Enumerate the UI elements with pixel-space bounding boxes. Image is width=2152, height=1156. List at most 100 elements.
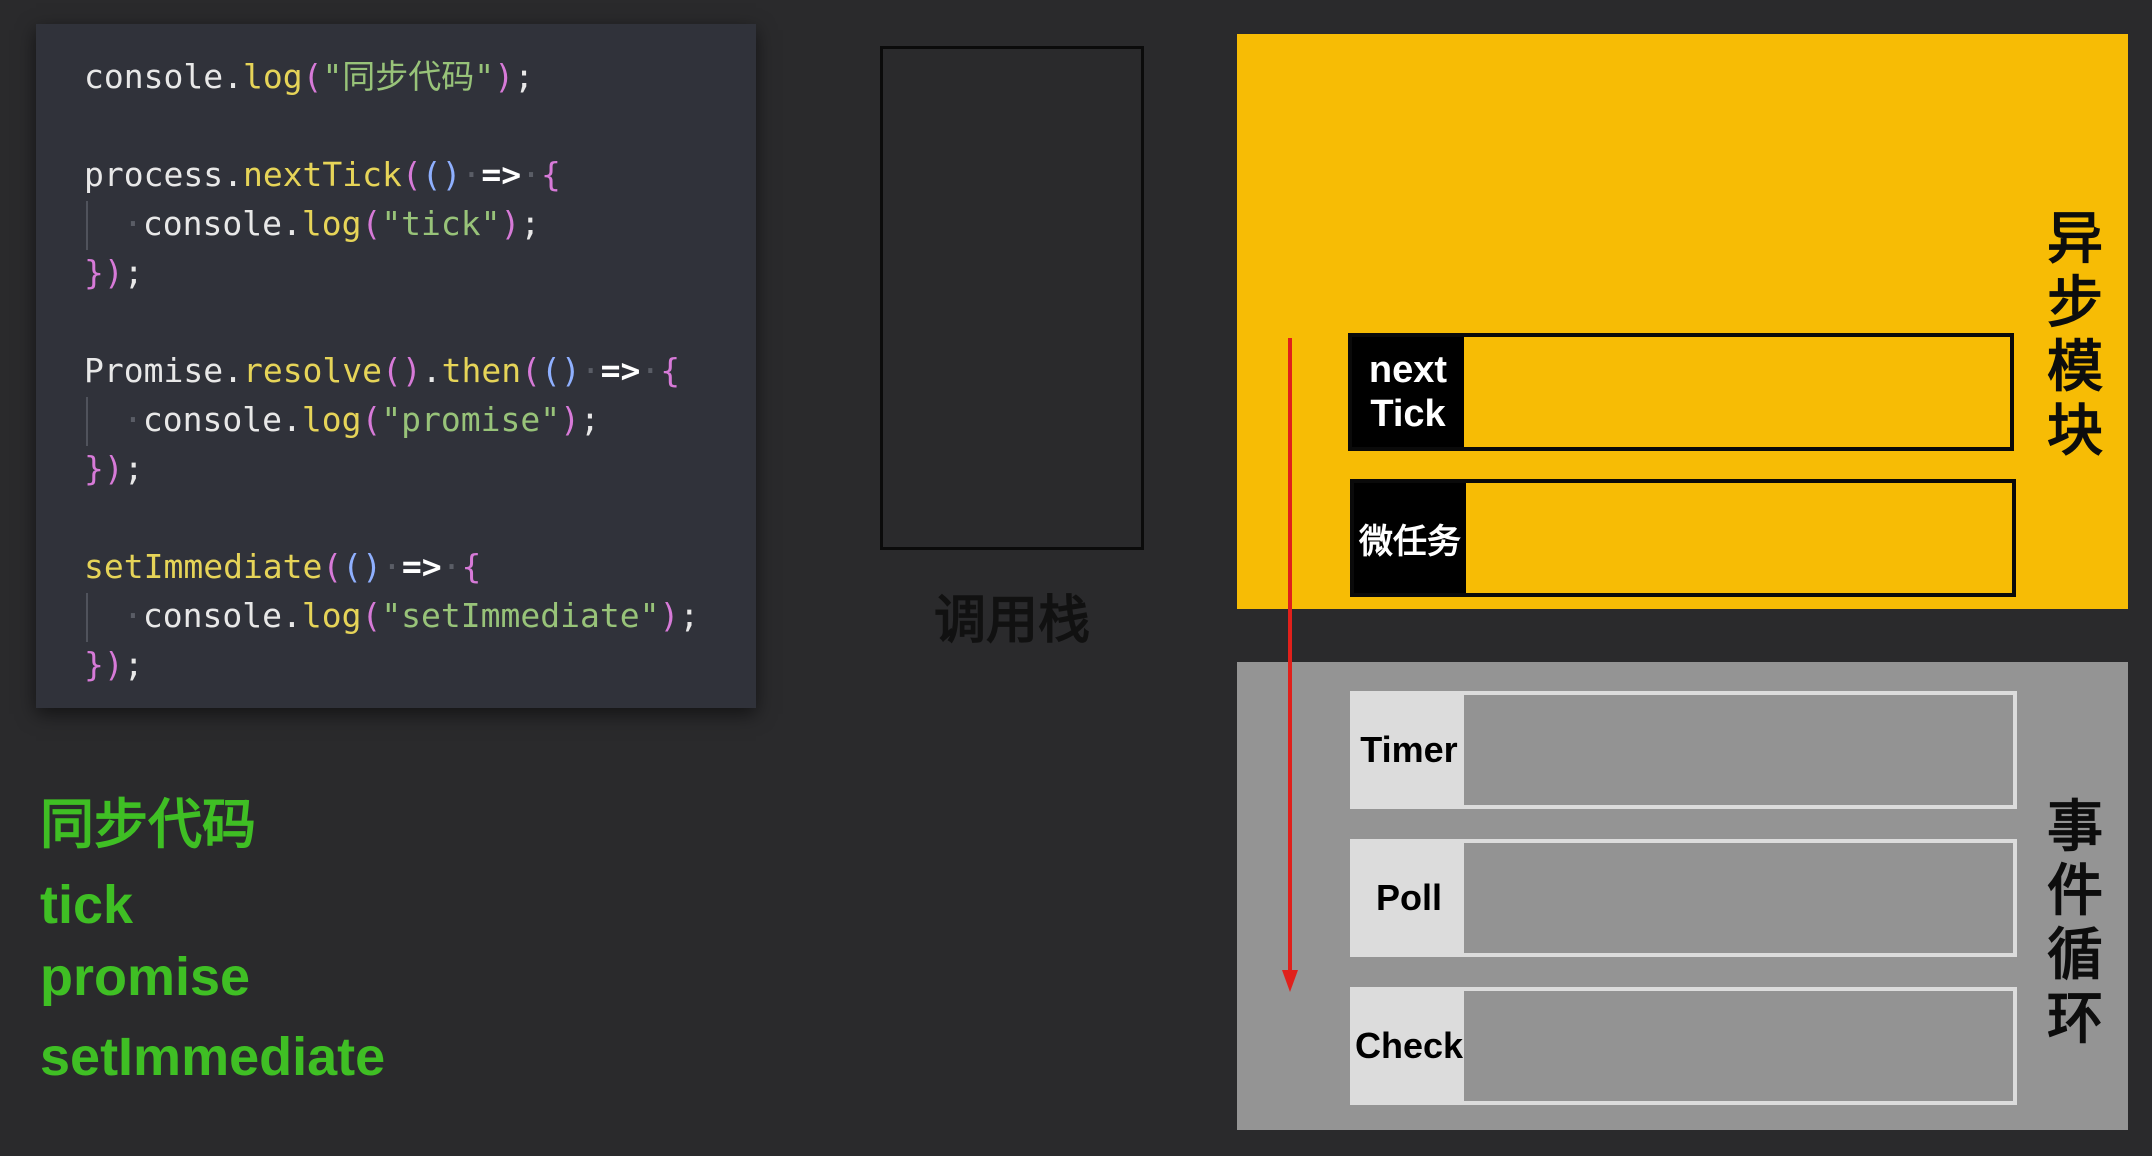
code-token: log xyxy=(242,57,303,96)
phase-timer: Timer xyxy=(1350,691,2017,809)
code-token: ; xyxy=(123,645,144,684)
code-token: ( xyxy=(361,204,382,243)
code-token: ( xyxy=(361,400,382,439)
code-token: setImmediate xyxy=(84,547,323,586)
code-token: · xyxy=(461,155,482,194)
code-line: ·console.log("tick"); xyxy=(84,199,699,250)
code-token: console xyxy=(84,57,224,96)
code-token: . xyxy=(281,596,302,635)
event-loop-label-char: 件 xyxy=(2047,859,2103,924)
code-token: · xyxy=(382,547,402,586)
code-line: Promise.resolve().then(()·=>·{ xyxy=(84,346,699,395)
event-loop-label-char: 事 xyxy=(2047,795,2103,860)
code-token: => xyxy=(401,547,442,586)
code-token: · xyxy=(123,596,143,635)
code-line: console.log("同步代码"); xyxy=(84,52,699,101)
code-token: ; xyxy=(514,57,534,96)
code-token: · xyxy=(441,547,462,586)
code-token: . xyxy=(281,204,302,243)
code-token: . xyxy=(223,351,243,390)
code-token: ) xyxy=(560,400,580,439)
code-token: } xyxy=(84,645,104,684)
code-token: log xyxy=(301,596,362,635)
flow-arrow-head xyxy=(1282,970,1298,992)
code-token: resolve xyxy=(242,351,383,390)
code-line: }); xyxy=(84,248,699,297)
code-token: Promise xyxy=(84,351,224,390)
next-tick-label-line2: Tick xyxy=(1370,393,1446,435)
flow-arrow xyxy=(1282,338,1298,992)
async-module-label-char: 步 xyxy=(2047,271,2103,336)
code-token: ) xyxy=(494,57,515,96)
code-line: ·console.log("setImmediate"); xyxy=(84,591,699,642)
code-token: . xyxy=(223,57,243,96)
async-module: next Tick 微任务 异步模块 xyxy=(1237,34,2128,609)
phase-check: Check xyxy=(1350,987,2017,1105)
code-token: · xyxy=(580,351,601,390)
async-module-label-char: 异 xyxy=(2047,207,2103,272)
code-token: console xyxy=(142,400,282,439)
code-token: · xyxy=(521,155,542,194)
code-line: setImmediate(()·=>·{ xyxy=(84,542,699,591)
code-token: { xyxy=(660,351,681,390)
phase-poll-label: Poll xyxy=(1354,843,1464,953)
next-tick-label-line1: next xyxy=(1368,349,1448,391)
code-token: . xyxy=(281,400,302,439)
code-token: log xyxy=(301,204,362,243)
code-token: log xyxy=(301,400,362,439)
code-line: process.nextTick(()·=>·{ xyxy=(84,150,699,199)
code-token: ( xyxy=(401,155,422,194)
code-token: ) xyxy=(103,253,124,292)
code-token: ; xyxy=(123,449,144,488)
call-stack-label: 调用栈 xyxy=(933,591,1090,651)
output-item-setimmediate: setImmediate xyxy=(40,1027,386,1087)
output-item-tick: tick xyxy=(40,875,134,935)
code-token: . xyxy=(223,155,243,194)
code-token: · xyxy=(640,351,661,390)
code-panel: console.log("同步代码"); process.nextTick(()… xyxy=(36,24,756,708)
event-loop-label-char: 环 xyxy=(2047,987,2103,1052)
code-token: () xyxy=(382,351,422,390)
code-token: ( xyxy=(361,596,382,635)
output-item-promise: promise xyxy=(40,947,251,1007)
code-token: => xyxy=(481,155,522,194)
code-token: nextTick xyxy=(242,155,402,194)
code-token: () xyxy=(342,547,383,586)
microtask-queue: 微任务 xyxy=(1350,479,2016,597)
code-token: ) xyxy=(500,204,521,243)
code-token: process xyxy=(84,155,224,194)
code-token: "promise" xyxy=(381,400,561,439)
code-token: ) xyxy=(103,449,124,488)
code-token: ) xyxy=(103,645,124,684)
code-token: then xyxy=(441,351,522,390)
code-token: . xyxy=(421,351,442,390)
call-stack-box xyxy=(880,46,1144,550)
code-token: "tick" xyxy=(381,204,501,243)
code-token: ) xyxy=(659,596,680,635)
async-module-label-char: 块 xyxy=(2047,399,2103,464)
code-token: "同步代码" xyxy=(322,57,495,96)
output-item-sync: 同步代码 xyxy=(40,795,256,855)
code-line: }); xyxy=(84,444,699,493)
code-line: ·console.log("promise"); xyxy=(84,395,699,446)
phase-timer-label: Timer xyxy=(1354,695,1464,805)
async-module-label-char: 模 xyxy=(2047,335,2103,400)
code-token: console xyxy=(142,596,282,635)
code-token: { xyxy=(461,547,482,586)
next-tick-queue: next Tick xyxy=(1348,333,2014,451)
next-tick-label: next Tick xyxy=(1352,337,1464,447)
phase-check-label: Check xyxy=(1354,991,1464,1101)
code-token: () xyxy=(421,155,462,194)
code-token: · xyxy=(123,400,143,439)
code-token: "setImmediate" xyxy=(381,596,660,635)
async-module-label: 异步模块 xyxy=(2040,208,2110,464)
event-loop-label: 事件循环 xyxy=(2040,796,2110,1052)
code-token: => xyxy=(600,351,641,390)
code-token: console xyxy=(142,204,282,243)
code-token: ; xyxy=(520,204,541,243)
code-token: } xyxy=(84,449,104,488)
event-loop: Timer Poll Check 事件循环 xyxy=(1237,662,2128,1130)
